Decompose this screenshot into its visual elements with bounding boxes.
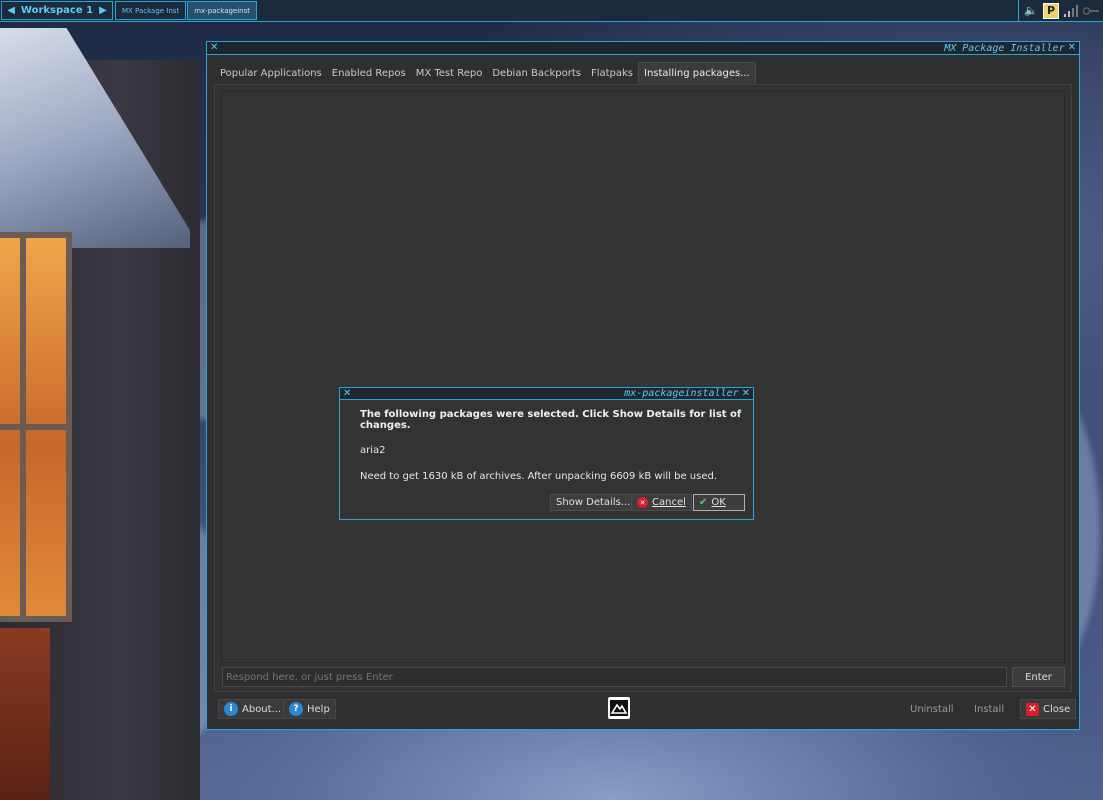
wallpaper-window-frame xyxy=(0,424,72,430)
close-label: Close xyxy=(1043,703,1071,715)
tab-flatpaks[interactable]: Flatpaks xyxy=(586,62,638,84)
taskbar-task-mx-packageinst[interactable]: mx-packageinst xyxy=(187,1,258,20)
window-titlebar[interactable]: ✕ MX Package Installer ✕ xyxy=(207,42,1079,55)
close-button[interactable]: ✕ Close xyxy=(1020,699,1077,719)
tab-mx-test-repo[interactable]: MX Test Repo xyxy=(411,62,488,84)
arrow-left-icon[interactable]: ◀ xyxy=(7,5,15,16)
ok-button[interactable]: ✔ OK xyxy=(693,494,745,511)
arrow-right-icon[interactable]: ▶ xyxy=(99,5,107,16)
workspace-switcher[interactable]: ◀ Workspace 1 ▶ xyxy=(1,1,113,20)
taskbar-task-mx-package-inst[interactable]: MX Package Inst xyxy=(115,1,187,20)
workspace-label: Workspace 1 xyxy=(20,5,94,16)
tab-popular-applications[interactable]: Popular Applications xyxy=(215,62,327,84)
window-close-right-icon[interactable]: ✕ xyxy=(1068,43,1076,53)
mx-logo-icon xyxy=(608,697,630,719)
about-label: About... xyxy=(242,703,282,715)
wallpaper-door xyxy=(0,628,50,800)
about-button[interactable]: i About... xyxy=(218,699,288,719)
dialog-close-icon[interactable]: ✕ xyxy=(343,388,351,399)
taskbar-spacer xyxy=(257,0,1018,21)
tab-bar: Popular Applications Enabled Repos MX Te… xyxy=(215,62,756,84)
tab-installing-packages[interactable]: Installing packages... xyxy=(638,62,756,84)
bottom-button-bar: i About... ? Help Uninstall Install ✕ Cl… xyxy=(214,696,1077,722)
confirmation-dialog: ✕ mx-packageinstaller ✕ The following pa… xyxy=(339,387,754,520)
window-close-icon[interactable]: ✕ xyxy=(210,43,218,53)
help-icon: ? xyxy=(289,702,303,716)
dialog-package-name: aria2 xyxy=(360,445,386,456)
signal-icon[interactable] xyxy=(1063,3,1079,19)
help-button[interactable]: ? Help xyxy=(283,699,336,719)
dialog-size-info: Need to get 1630 kB of archives. After u… xyxy=(360,471,718,482)
dialog-close-right-icon[interactable]: ✕ xyxy=(742,388,750,399)
speaker-icon[interactable]: 🔈 xyxy=(1023,3,1039,19)
enter-button[interactable]: Enter xyxy=(1012,667,1065,687)
close-x-icon: ✕ xyxy=(1026,702,1039,716)
output-log-area[interactable] xyxy=(221,91,1065,663)
dialog-message: The following packages were selected. Cl… xyxy=(360,409,742,431)
cancel-label: Cancel xyxy=(652,497,686,508)
tab-debian-backports[interactable]: Debian Backports xyxy=(487,62,586,84)
dialog-titlebar[interactable]: ✕ mx-packageinstaller ✕ xyxy=(340,388,753,400)
info-icon: i xyxy=(224,702,238,716)
install-button[interactable]: Install xyxy=(968,699,1010,719)
taskbar: ◀ Workspace 1 ▶ MX Package Inst mx-packa… xyxy=(0,0,1103,22)
uninstall-button[interactable]: Uninstall xyxy=(904,699,960,719)
window-title: MX Package Installer xyxy=(944,42,1065,54)
p-badge-icon[interactable]: P xyxy=(1043,2,1059,19)
mx-package-installer-window: ✕ MX Package Installer ✕ Popular Applica… xyxy=(206,41,1080,730)
show-details-button[interactable]: Show Details... xyxy=(550,494,637,511)
ok-label: OK xyxy=(711,497,726,508)
tab-enabled-repos[interactable]: Enabled Repos xyxy=(327,62,411,84)
help-label: Help xyxy=(307,703,330,715)
wallpaper-window-frame xyxy=(20,232,26,622)
cancel-icon: ✕ xyxy=(637,497,648,508)
dialog-title: mx-packageinstaller xyxy=(624,388,739,399)
system-tray: 🔈 P xyxy=(1018,0,1103,21)
cancel-button[interactable]: ✕ Cancel xyxy=(631,494,692,511)
respond-input[interactable] xyxy=(222,667,1007,687)
key-icon[interactable] xyxy=(1083,3,1099,19)
checkmark-icon: ✔ xyxy=(699,497,708,508)
